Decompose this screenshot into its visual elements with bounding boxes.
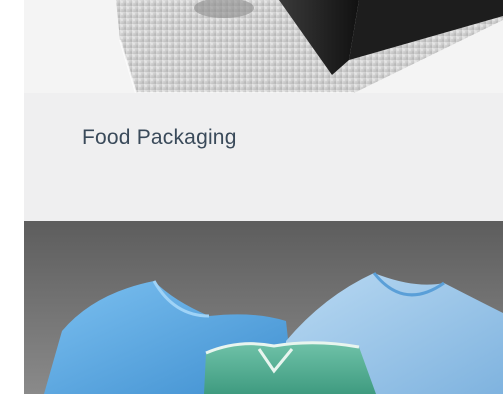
- category-card-food-packaging[interactable]: Food Packaging: [24, 93, 503, 221]
- packaging-box-icon: [24, 0, 503, 93]
- packaging-box-image[interactable]: [24, 0, 503, 93]
- medical-gowns-icon: [24, 221, 503, 394]
- medical-gowns-image[interactable]: [24, 221, 503, 394]
- category-label[interactable]: Food Packaging: [82, 126, 237, 150]
